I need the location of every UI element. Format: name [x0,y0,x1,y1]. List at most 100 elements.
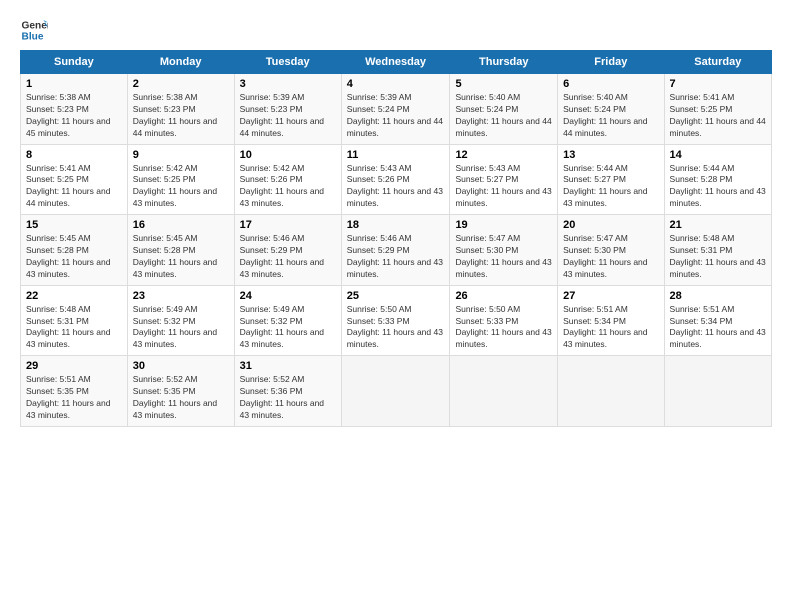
day-cell: 27 Sunrise: 5:51 AMSunset: 5:34 PMDaylig… [558,285,664,356]
day-number: 31 [240,360,336,372]
header: General Blue [20,16,772,44]
day-info: Sunrise: 5:42 AMSunset: 5:25 PMDaylight:… [133,163,217,209]
day-cell: 26 Sunrise: 5:50 AMSunset: 5:33 PMDaylig… [450,285,558,356]
day-cell: 9 Sunrise: 5:42 AMSunset: 5:25 PMDayligh… [127,144,234,215]
day-number: 13 [563,149,658,161]
day-cell [450,356,558,427]
day-cell: 31 Sunrise: 5:52 AMSunset: 5:36 PMDaylig… [234,356,341,427]
day-cell: 17 Sunrise: 5:46 AMSunset: 5:29 PMDaylig… [234,215,341,286]
day-cell: 24 Sunrise: 5:49 AMSunset: 5:32 PMDaylig… [234,285,341,356]
day-header: Saturday [664,51,771,74]
day-number: 30 [133,360,229,372]
day-info: Sunrise: 5:50 AMSunset: 5:33 PMDaylight:… [347,304,443,350]
day-info: Sunrise: 5:48 AMSunset: 5:31 PMDaylight:… [26,304,110,350]
day-number: 17 [240,219,336,231]
day-cell: 5 Sunrise: 5:40 AMSunset: 5:24 PMDayligh… [450,74,558,145]
svg-text:General: General [22,20,48,31]
day-info: Sunrise: 5:47 AMSunset: 5:30 PMDaylight:… [563,233,647,279]
day-number: 19 [455,219,552,231]
header-row: SundayMondayTuesdayWednesdayThursdayFrid… [21,51,772,74]
day-cell: 14 Sunrise: 5:44 AMSunset: 5:28 PMDaylig… [664,144,771,215]
day-number: 3 [240,78,336,90]
day-cell: 15 Sunrise: 5:45 AMSunset: 5:28 PMDaylig… [21,215,128,286]
day-cell [664,356,771,427]
day-number: 16 [133,219,229,231]
day-number: 21 [670,219,766,231]
day-cell: 25 Sunrise: 5:50 AMSunset: 5:33 PMDaylig… [341,285,450,356]
day-info: Sunrise: 5:49 AMSunset: 5:32 PMDaylight:… [133,304,217,350]
day-cell [558,356,664,427]
day-info: Sunrise: 5:39 AMSunset: 5:23 PMDaylight:… [240,92,324,138]
day-number: 8 [26,149,122,161]
week-row: 29 Sunrise: 5:51 AMSunset: 5:35 PMDaylig… [21,356,772,427]
calendar-table: SundayMondayTuesdayWednesdayThursdayFrid… [20,50,772,427]
day-number: 6 [563,78,658,90]
day-header: Tuesday [234,51,341,74]
week-row: 22 Sunrise: 5:48 AMSunset: 5:31 PMDaylig… [21,285,772,356]
day-info: Sunrise: 5:46 AMSunset: 5:29 PMDaylight:… [240,233,324,279]
day-cell: 1 Sunrise: 5:38 AMSunset: 5:23 PMDayligh… [21,74,128,145]
day-info: Sunrise: 5:49 AMSunset: 5:32 PMDaylight:… [240,304,324,350]
svg-text:Blue: Blue [22,31,44,42]
day-info: Sunrise: 5:38 AMSunset: 5:23 PMDaylight:… [133,92,217,138]
day-header: Thursday [450,51,558,74]
day-header: Sunday [21,51,128,74]
day-info: Sunrise: 5:51 AMSunset: 5:34 PMDaylight:… [670,304,766,350]
day-info: Sunrise: 5:45 AMSunset: 5:28 PMDaylight:… [26,233,110,279]
day-header: Friday [558,51,664,74]
day-number: 10 [240,149,336,161]
day-info: Sunrise: 5:51 AMSunset: 5:35 PMDaylight:… [26,374,110,420]
day-number: 18 [347,219,445,231]
day-number: 23 [133,290,229,302]
day-info: Sunrise: 5:51 AMSunset: 5:34 PMDaylight:… [563,304,647,350]
day-number: 22 [26,290,122,302]
day-number: 7 [670,78,766,90]
day-number: 25 [347,290,445,302]
day-cell: 20 Sunrise: 5:47 AMSunset: 5:30 PMDaylig… [558,215,664,286]
week-row: 1 Sunrise: 5:38 AMSunset: 5:23 PMDayligh… [21,74,772,145]
day-number: 27 [563,290,658,302]
day-number: 24 [240,290,336,302]
day-cell: 18 Sunrise: 5:46 AMSunset: 5:29 PMDaylig… [341,215,450,286]
day-info: Sunrise: 5:43 AMSunset: 5:27 PMDaylight:… [455,163,551,209]
day-info: Sunrise: 5:41 AMSunset: 5:25 PMDaylight:… [670,92,766,138]
day-number: 20 [563,219,658,231]
day-number: 9 [133,149,229,161]
day-info: Sunrise: 5:52 AMSunset: 5:35 PMDaylight:… [133,374,217,420]
day-cell: 6 Sunrise: 5:40 AMSunset: 5:24 PMDayligh… [558,74,664,145]
day-info: Sunrise: 5:44 AMSunset: 5:28 PMDaylight:… [670,163,766,209]
day-cell: 29 Sunrise: 5:51 AMSunset: 5:35 PMDaylig… [21,356,128,427]
day-info: Sunrise: 5:45 AMSunset: 5:28 PMDaylight:… [133,233,217,279]
day-number: 28 [670,290,766,302]
day-number: 4 [347,78,445,90]
logo: General Blue [20,16,48,44]
week-row: 15 Sunrise: 5:45 AMSunset: 5:28 PMDaylig… [21,215,772,286]
week-row: 8 Sunrise: 5:41 AMSunset: 5:25 PMDayligh… [21,144,772,215]
day-number: 5 [455,78,552,90]
day-info: Sunrise: 5:43 AMSunset: 5:26 PMDaylight:… [347,163,443,209]
day-cell [341,356,450,427]
day-number: 26 [455,290,552,302]
day-header: Monday [127,51,234,74]
day-cell: 3 Sunrise: 5:39 AMSunset: 5:23 PMDayligh… [234,74,341,145]
day-cell: 10 Sunrise: 5:42 AMSunset: 5:26 PMDaylig… [234,144,341,215]
day-number: 11 [347,149,445,161]
day-info: Sunrise: 5:46 AMSunset: 5:29 PMDaylight:… [347,233,443,279]
day-number: 1 [26,78,122,90]
day-number: 15 [26,219,122,231]
day-info: Sunrise: 5:41 AMSunset: 5:25 PMDaylight:… [26,163,110,209]
day-info: Sunrise: 5:38 AMSunset: 5:23 PMDaylight:… [26,92,110,138]
day-cell: 2 Sunrise: 5:38 AMSunset: 5:23 PMDayligh… [127,74,234,145]
day-cell: 21 Sunrise: 5:48 AMSunset: 5:31 PMDaylig… [664,215,771,286]
day-cell: 28 Sunrise: 5:51 AMSunset: 5:34 PMDaylig… [664,285,771,356]
day-cell: 22 Sunrise: 5:48 AMSunset: 5:31 PMDaylig… [21,285,128,356]
day-cell: 11 Sunrise: 5:43 AMSunset: 5:26 PMDaylig… [341,144,450,215]
day-info: Sunrise: 5:44 AMSunset: 5:27 PMDaylight:… [563,163,647,209]
day-info: Sunrise: 5:48 AMSunset: 5:31 PMDaylight:… [670,233,766,279]
day-cell: 12 Sunrise: 5:43 AMSunset: 5:27 PMDaylig… [450,144,558,215]
day-cell: 16 Sunrise: 5:45 AMSunset: 5:28 PMDaylig… [127,215,234,286]
day-info: Sunrise: 5:52 AMSunset: 5:36 PMDaylight:… [240,374,324,420]
day-info: Sunrise: 5:50 AMSunset: 5:33 PMDaylight:… [455,304,551,350]
day-cell: 8 Sunrise: 5:41 AMSunset: 5:25 PMDayligh… [21,144,128,215]
page: General Blue SundayMondayTuesdayWednesda… [0,0,792,612]
